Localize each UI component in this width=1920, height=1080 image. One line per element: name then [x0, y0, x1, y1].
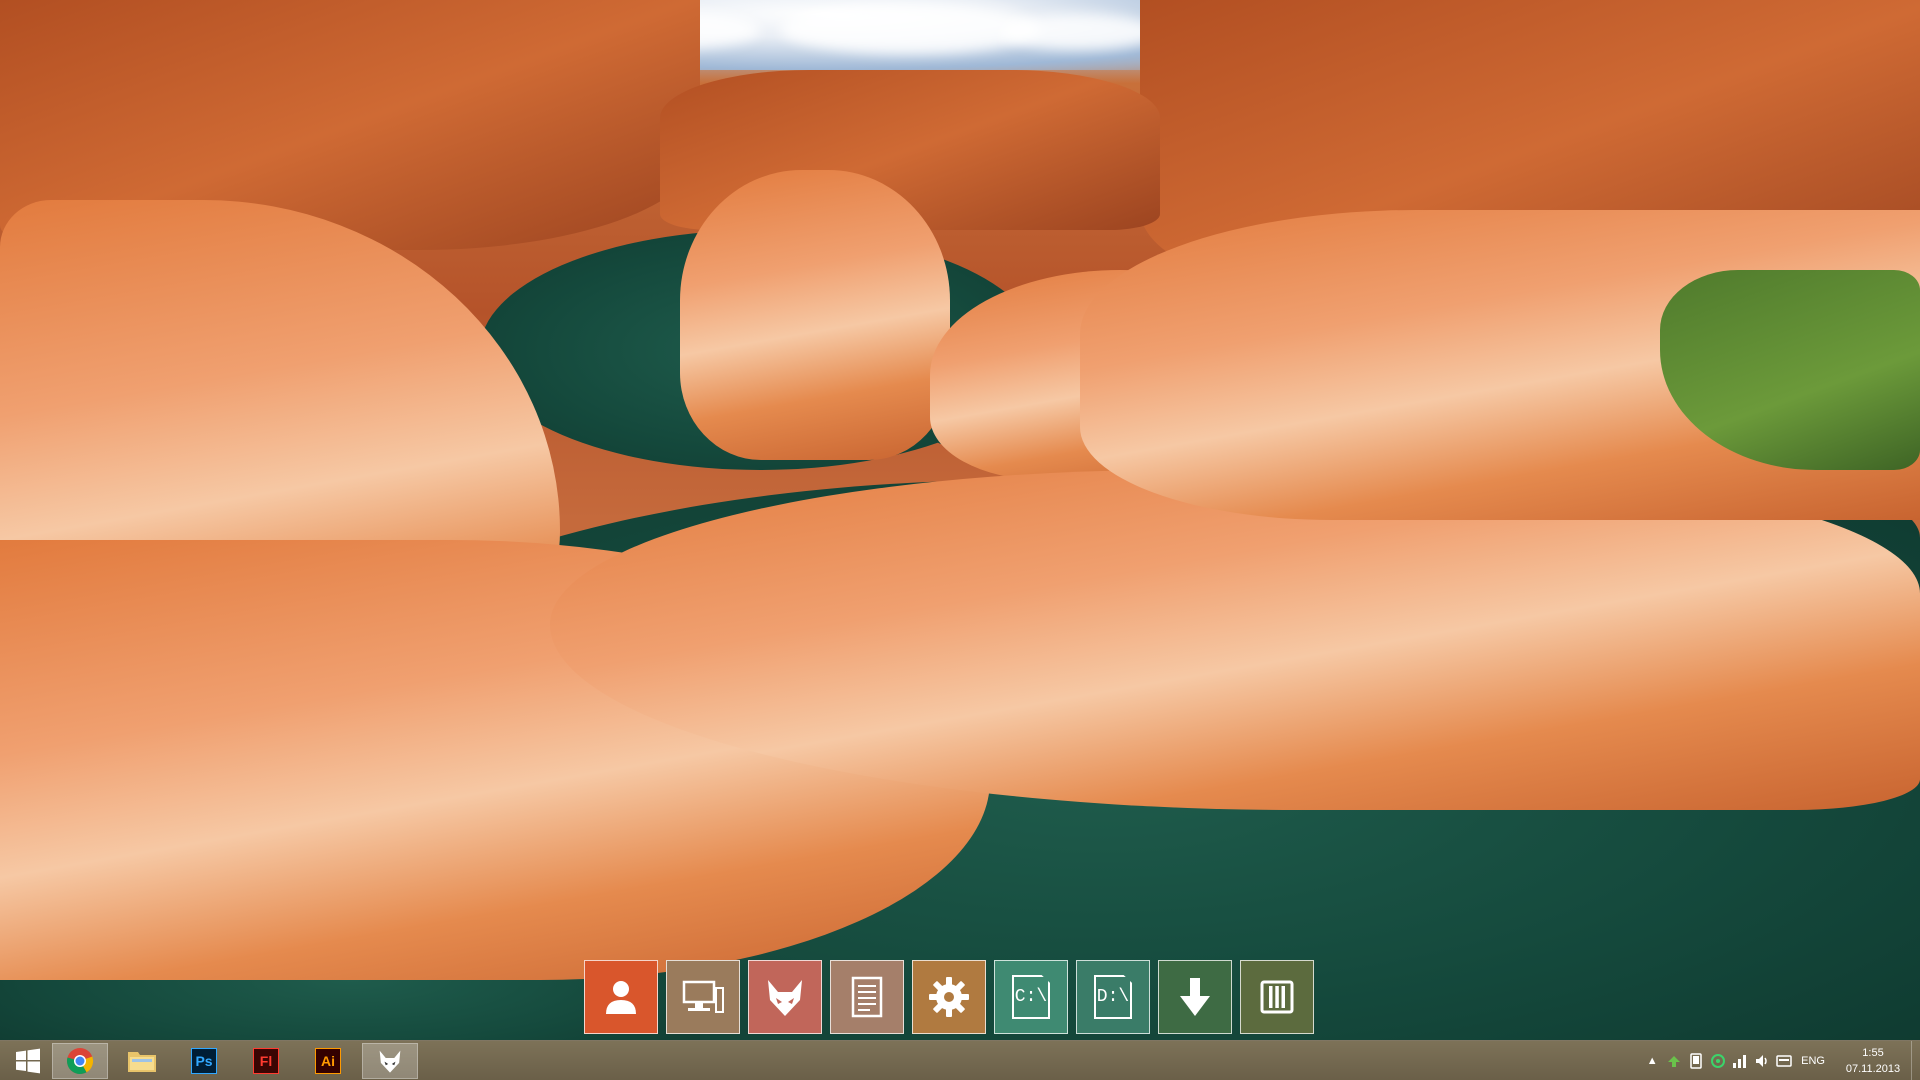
desktop-wallpaper	[0, 0, 1920, 1040]
dock-user-button[interactable]	[584, 960, 658, 1034]
windows-logo-icon	[16, 1048, 40, 1074]
fox-icon	[379, 1050, 401, 1073]
volume-icon[interactable]	[1751, 1050, 1773, 1072]
dock-downloads-button[interactable]	[1158, 960, 1232, 1034]
clock[interactable]: 1:55 07.11.2013	[1835, 1045, 1911, 1077]
chrome-icon	[67, 1048, 94, 1075]
dock-fox-button[interactable]	[748, 960, 822, 1034]
drive-icon: D:\	[1094, 975, 1132, 1019]
taskbar: Ps Fl Ai ▲ ENG 1:55 07.11.2013	[0, 1040, 1920, 1080]
taskbar-fox-app[interactable]	[362, 1043, 418, 1079]
network-bars-icon[interactable]	[1729, 1050, 1751, 1072]
drive-icon: C:\	[1012, 975, 1050, 1019]
download-arrow-icon	[1180, 978, 1210, 1016]
start-button[interactable]	[8, 1045, 48, 1077]
clock-date: 07.11.2013	[1845, 1063, 1901, 1075]
folder-icon	[128, 1052, 156, 1072]
keyboard-icon[interactable]	[1773, 1050, 1795, 1072]
dock-drive-c-button[interactable]: C:\	[994, 960, 1068, 1034]
cloud	[1000, 14, 1160, 50]
dock-settings-button[interactable]	[912, 960, 986, 1034]
butte-left	[680, 170, 950, 460]
dock-documents-button[interactable]	[830, 960, 904, 1034]
dock-computer-button[interactable]	[666, 960, 740, 1034]
taskbar-photoshop[interactable]: Ps	[176, 1043, 232, 1079]
photoshop-icon: Ps	[191, 1048, 217, 1074]
taskbar-file-explorer[interactable]	[114, 1043, 170, 1079]
taskbar-flash[interactable]: Fl	[238, 1043, 294, 1079]
document-icon	[851, 976, 883, 1018]
dock-library-button[interactable]	[1240, 960, 1314, 1034]
desktop-dock: C:\ D:\	[584, 960, 1314, 1034]
sync-icon[interactable]	[1663, 1050, 1685, 1072]
phone-icon[interactable]	[1685, 1050, 1707, 1072]
network-status-icon[interactable]	[1707, 1050, 1729, 1072]
input-language[interactable]: ENG	[1801, 1055, 1825, 1067]
flash-icon: Fl	[253, 1048, 279, 1074]
dock-drive-d-button[interactable]: D:\	[1076, 960, 1150, 1034]
computer-icon	[682, 980, 724, 1013]
taskbar-illustrator[interactable]: Ai	[300, 1043, 356, 1079]
library-icon	[1260, 980, 1294, 1014]
user-icon	[606, 981, 636, 1014]
taskbar-chrome[interactable]	[52, 1043, 108, 1079]
clock-time: 1:55	[1862, 1047, 1884, 1059]
fox-icon	[768, 980, 802, 1016]
system-tray: ▲ ENG 1:55 07.11.2013	[1641, 1041, 1920, 1080]
gear-icon	[929, 977, 969, 1017]
show-hidden-icons-chevron-icon[interactable]: ▲	[1641, 1050, 1663, 1072]
illustrator-icon: Ai	[315, 1048, 341, 1074]
show-desktop-button[interactable]	[1911, 1041, 1920, 1080]
